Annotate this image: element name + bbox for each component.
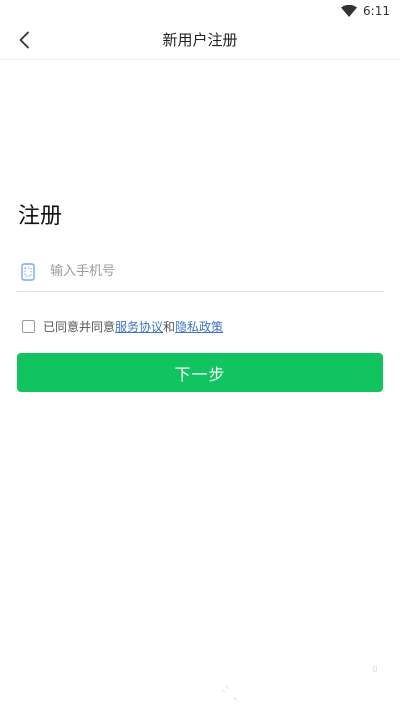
phone-input[interactable] bbox=[50, 264, 350, 279]
wifi-icon bbox=[341, 5, 358, 17]
header-title: 新用户注册 bbox=[162, 31, 238, 49]
service-agreement-link[interactable]: 服务协议 bbox=[115, 318, 163, 335]
phone-icon bbox=[20, 262, 36, 281]
decorative-mark: ◟◝ bbox=[222, 684, 229, 693]
agreement-conjunction: 和 bbox=[163, 319, 176, 334]
decorative-mark: ˄ bbox=[233, 697, 237, 706]
agreement-checkbox[interactable] bbox=[22, 319, 35, 333]
back-chevron-icon bbox=[19, 31, 29, 49]
status-bar: 6:11 bbox=[0, 0, 400, 22]
page-title: 注册 bbox=[18, 204, 63, 229]
back-button[interactable] bbox=[10, 26, 38, 54]
agreement-row: 已同意并同意 服务协议 和 隐私政策 bbox=[22, 316, 223, 336]
decorative-mark: ▯ bbox=[373, 664, 378, 673]
privacy-policy-link[interactable]: 隐私政策 bbox=[175, 318, 223, 335]
agreement-prefix: 已同意并同意 bbox=[43, 319, 116, 334]
app-header: 新用户注册 bbox=[0, 22, 400, 60]
phone-field-row bbox=[16, 252, 384, 292]
status-time: 6:11 bbox=[363, 4, 390, 18]
register-screen: 6:11 新用户注册 注册 已同意并同意 服务协议 和 隐私政策 下一步 ◟◝ … bbox=[0, 0, 400, 710]
next-step-button[interactable]: 下一步 bbox=[17, 353, 383, 392]
